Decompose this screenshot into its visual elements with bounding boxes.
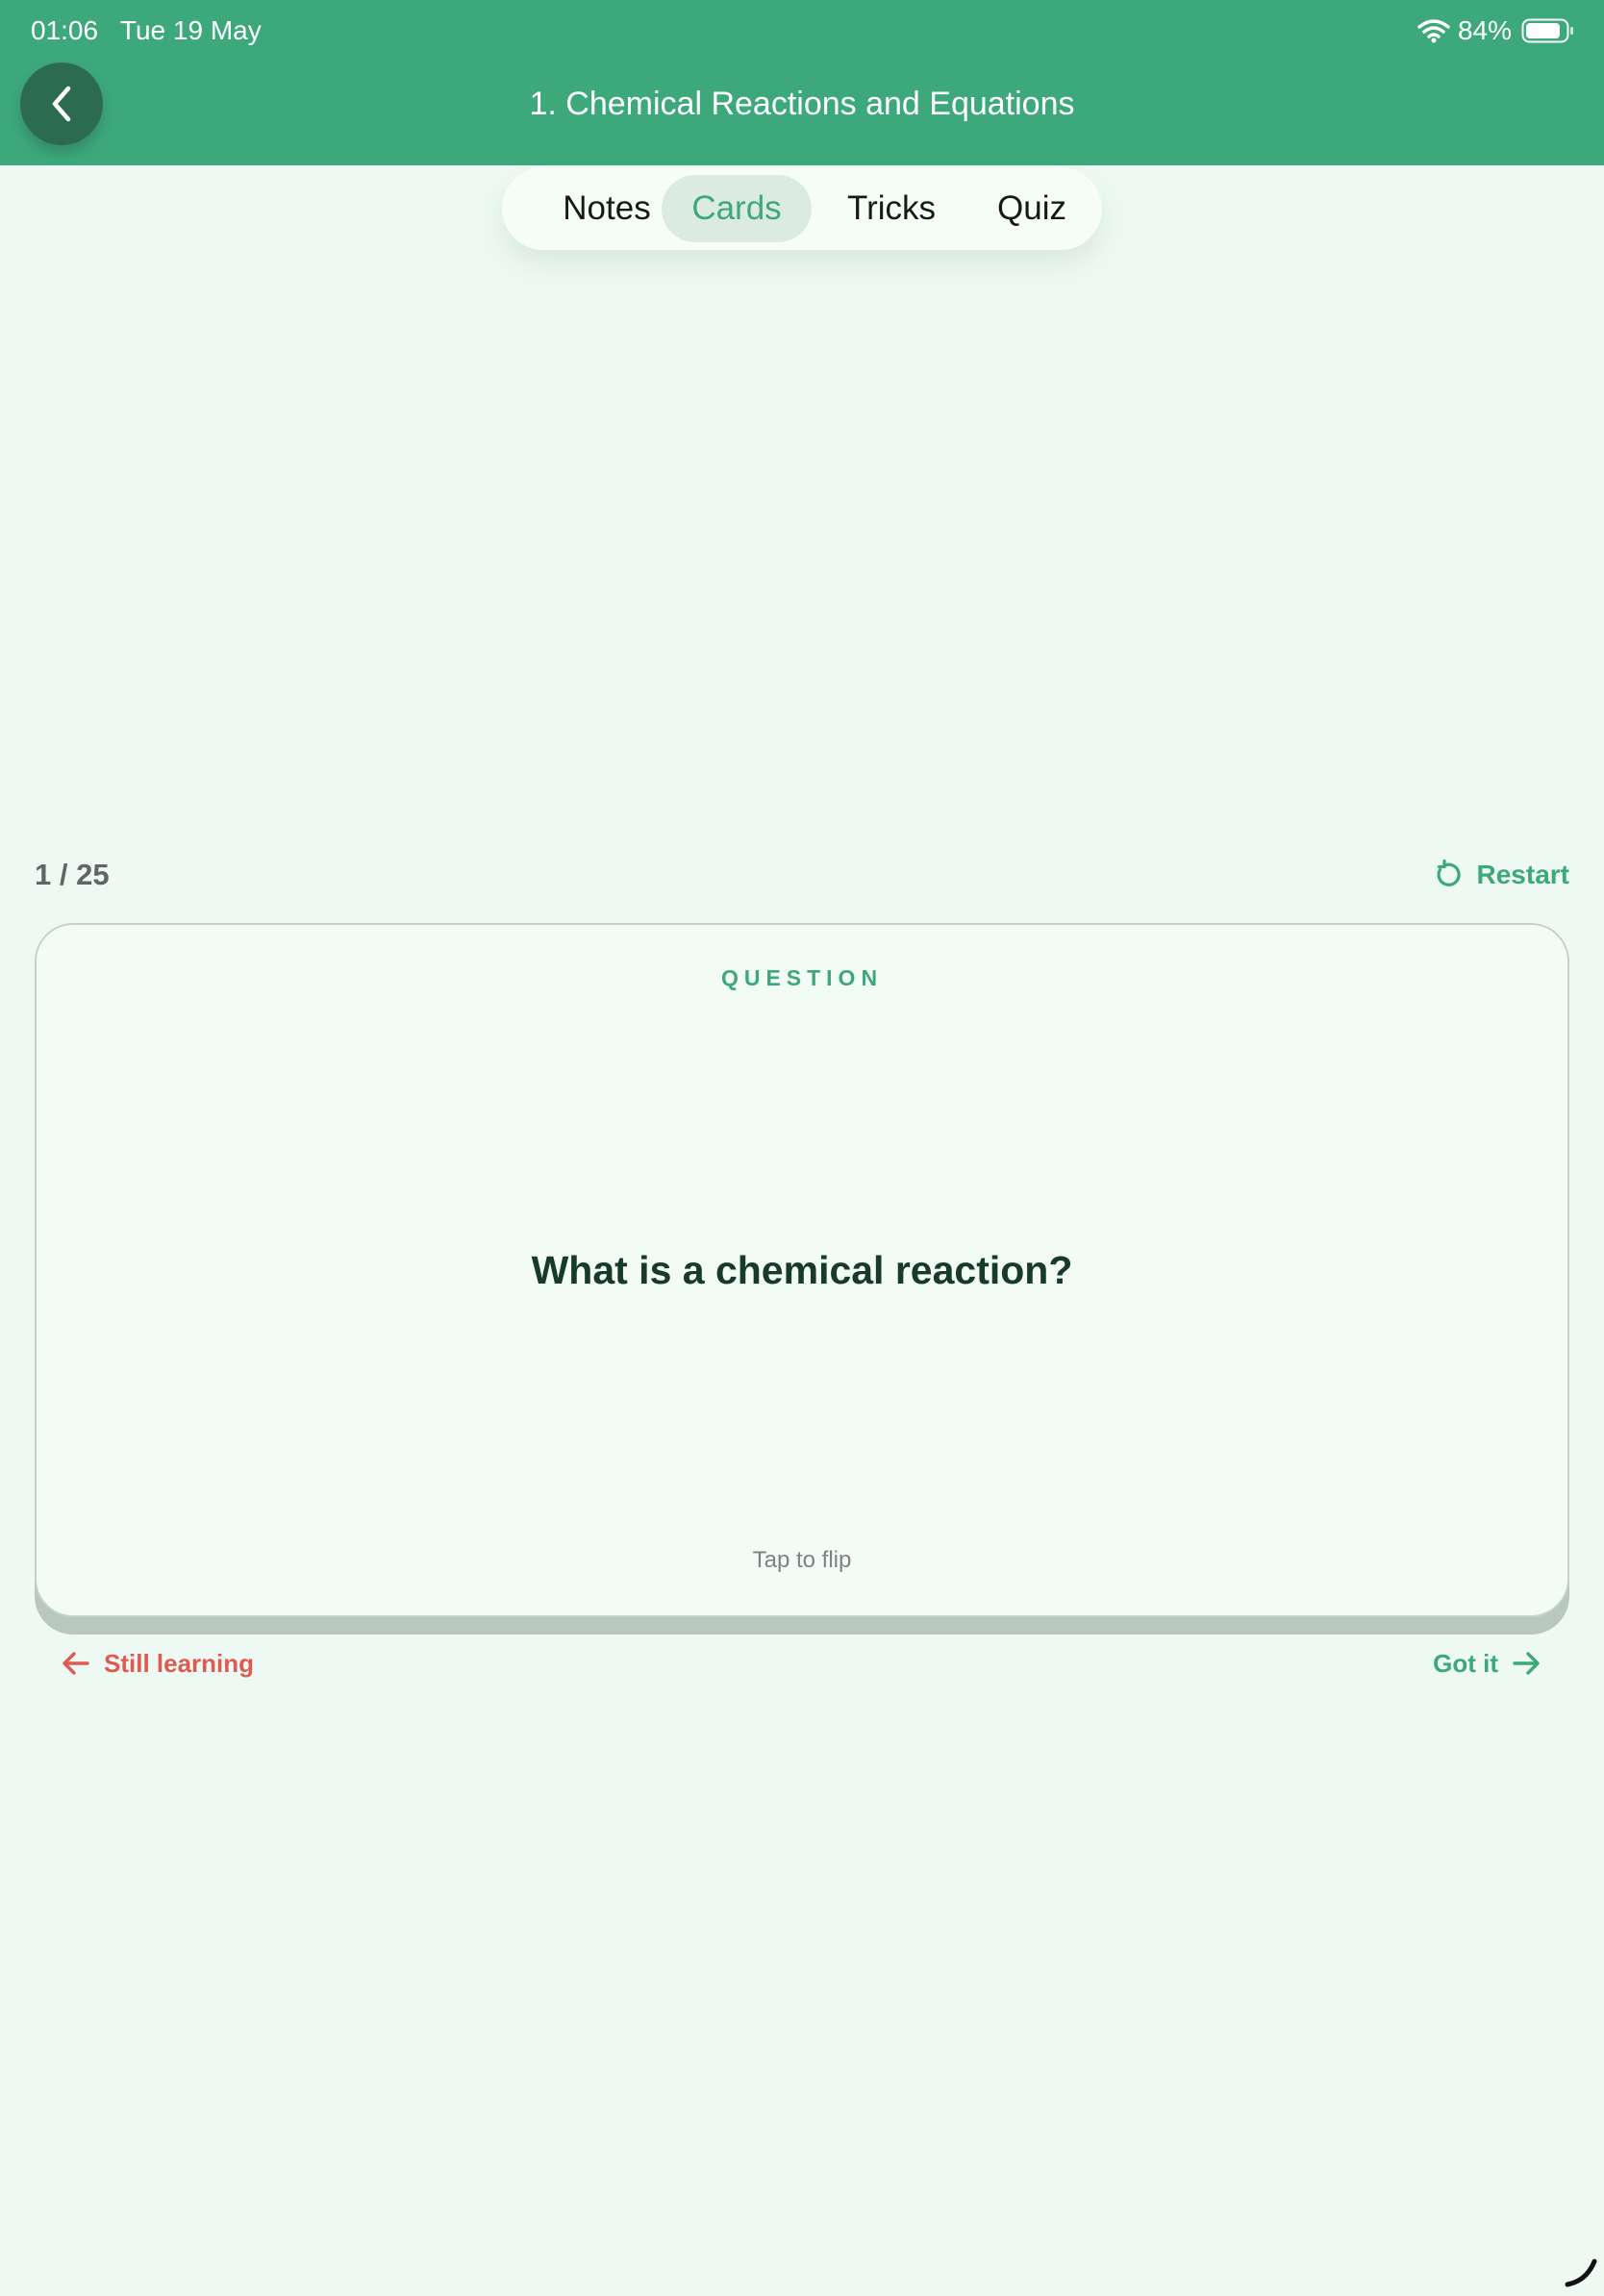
card-side-label: QUESTION: [720, 965, 884, 990]
wifi-icon: [1417, 19, 1450, 43]
tab-quiz[interactable]: Quiz: [973, 175, 1090, 242]
battery-percent: 84%: [1457, 15, 1512, 45]
loading-indicator-icon: [1565, 2259, 1597, 2287]
flashcard[interactable]: QUESTION What is a chemical reaction? Ta…: [35, 923, 1569, 1617]
restart-button[interactable]: Restart: [1431, 854, 1569, 896]
status-clock: 01:06: [31, 15, 99, 45]
status-time: 01:06 Tue 19 May: [31, 13, 262, 48]
got-it-button[interactable]: Got it: [1433, 1644, 1541, 1683]
tab-cards[interactable]: Cards: [662, 175, 812, 242]
flip-hint: Tap to flip: [752, 1547, 852, 1573]
section-tabs: Notes Cards Tricks Quiz: [502, 167, 1102, 250]
restart-label: Restart: [1476, 860, 1569, 889]
arrow-right-icon: [1513, 1652, 1540, 1675]
header-bar: 01:06 Tue 19 May 84% 1. Chemical Reactio…: [0, 0, 1604, 165]
still-learning-button[interactable]: Still learning: [62, 1644, 254, 1683]
arrow-left-icon: [63, 1652, 89, 1675]
battery-icon: [1521, 18, 1573, 43]
card-question: What is a chemical reaction?: [531, 1248, 1073, 1292]
got-it-label: Got it: [1433, 1648, 1498, 1678]
status-indicators: 84%: [1417, 13, 1575, 48]
still-learning-label: Still learning: [104, 1648, 255, 1678]
restart-icon: [1437, 859, 1461, 886]
card-counter: 1 / 25: [35, 858, 110, 891]
tab-tricks[interactable]: Tricks: [819, 175, 964, 242]
status-date: Tue 19 May: [119, 15, 262, 45]
page-title: 1. Chemical Reactions and Equations: [529, 86, 1075, 122]
